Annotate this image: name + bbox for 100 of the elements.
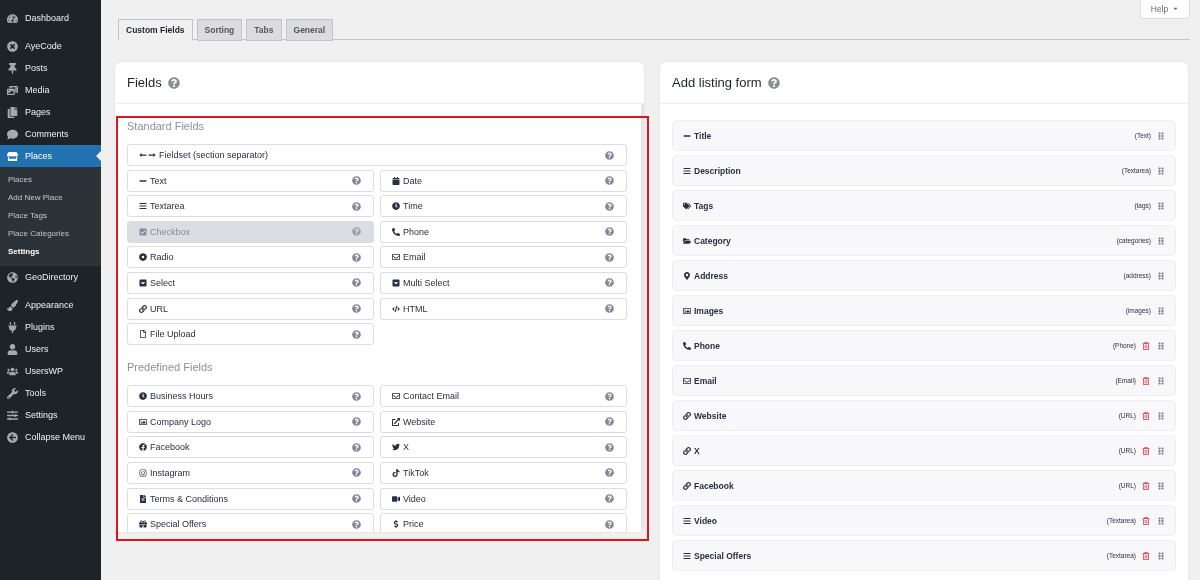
field-button[interactable]: Textarea <box>127 195 374 218</box>
field-button[interactable]: Fieldset (section separator) <box>127 144 627 166</box>
field-label: Website <box>694 410 728 421</box>
help-icon[interactable] <box>352 252 361 262</box>
media-icon <box>7 84 18 96</box>
sidebar-item[interactable]: Plugins <box>0 316 101 338</box>
help-icon[interactable] <box>352 176 361 186</box>
submenu-item[interactable]: Add New Place <box>0 189 101 207</box>
field-button[interactable]: File Upload <box>127 323 374 346</box>
grip-icon[interactable] <box>1157 341 1165 350</box>
field-button[interactable]: Text <box>127 169 374 192</box>
help-icon[interactable] <box>605 519 614 529</box>
grip-icon[interactable] <box>1157 516 1165 525</box>
field-button[interactable]: Price <box>380 513 627 532</box>
field-button[interactable]: Radio <box>127 246 374 269</box>
field-button[interactable]: Date <box>380 169 627 192</box>
help-icon[interactable] <box>605 201 614 211</box>
sidebar-item[interactable]: Posts <box>0 57 101 79</box>
help-icon[interactable] <box>352 278 361 288</box>
submenu-item[interactable]: Settings <box>0 243 101 261</box>
grip-icon[interactable] <box>1157 306 1165 315</box>
field-button[interactable]: Facebook <box>127 436 374 459</box>
help-icon[interactable] <box>352 494 361 504</box>
help-icon[interactable] <box>352 304 361 314</box>
field-button[interactable]: Video <box>380 487 627 510</box>
grip-icon[interactable] <box>1157 411 1165 420</box>
submenu-item[interactable]: Places <box>0 171 101 189</box>
sidebar-item[interactable]: Collapse Menu <box>0 426 101 448</box>
trash-icon[interactable] <box>1142 446 1150 455</box>
grip-icon[interactable] <box>1157 271 1165 280</box>
help-icon[interactable] <box>167 76 180 89</box>
field-button[interactable]: Email <box>380 246 627 269</box>
grip-icon[interactable] <box>1157 166 1165 175</box>
sidebar-item[interactable]: AyeCode <box>0 35 101 57</box>
help-icon[interactable] <box>605 417 614 427</box>
field-button[interactable]: Terms & Conditions <box>127 487 374 510</box>
field-button[interactable]: HTML <box>380 297 627 320</box>
field-button[interactable]: Special Offers <box>127 513 374 532</box>
help-icon[interactable] <box>605 442 614 452</box>
help-icon[interactable] <box>605 150 614 160</box>
help-icon[interactable] <box>605 278 614 288</box>
help-icon[interactable] <box>352 391 361 401</box>
field-button[interactable]: Contact Email <box>380 385 627 408</box>
sidebar-item[interactable]: Settings <box>0 404 101 426</box>
help-icon[interactable] <box>352 468 361 478</box>
field-button[interactable]: Phone <box>380 220 627 243</box>
field-button[interactable]: Select <box>127 271 374 294</box>
link-icon <box>139 304 147 313</box>
grip-icon[interactable] <box>1157 201 1165 210</box>
grip-icon[interactable] <box>1157 551 1165 560</box>
trash-icon[interactable] <box>1142 411 1150 420</box>
tab[interactable]: Tabs <box>246 19 282 41</box>
sidebar-item[interactable]: Places <box>0 145 101 167</box>
help-icon[interactable] <box>605 227 614 237</box>
grip-icon[interactable] <box>1157 236 1165 245</box>
trash-icon[interactable] <box>1142 516 1150 525</box>
tab[interactable]: General <box>285 19 334 41</box>
field-button[interactable]: Multi Select <box>380 271 627 294</box>
help-icon[interactable] <box>605 468 614 478</box>
grip-icon[interactable] <box>1157 131 1165 140</box>
sidebar-item[interactable]: Users <box>0 338 101 360</box>
field-button[interactable]: Company Logo <box>127 410 374 433</box>
help-icon[interactable] <box>605 252 614 262</box>
field-button[interactable]: Business Hours <box>127 385 374 408</box>
trash-icon[interactable] <box>1142 551 1150 560</box>
help-icon[interactable] <box>605 176 614 186</box>
submenu-item[interactable]: Place Categories <box>0 225 101 243</box>
sidebar-item[interactable]: GeoDirectory <box>0 266 101 288</box>
tab[interactable]: Sorting <box>196 19 243 41</box>
sidebar-item[interactable]: Dashboard <box>0 7 101 29</box>
help-icon[interactable] <box>352 417 361 427</box>
help-icon[interactable] <box>352 201 361 211</box>
grip-icon[interactable] <box>1157 446 1165 455</box>
field-button[interactable]: TikTok <box>380 461 627 484</box>
help-icon[interactable] <box>352 329 361 339</box>
sidebar-item[interactable]: Tools <box>0 382 101 404</box>
field-button[interactable]: Time <box>380 195 627 218</box>
trash-icon[interactable] <box>1142 341 1150 350</box>
help-icon[interactable] <box>605 304 614 314</box>
field-button[interactable]: Website <box>380 410 627 433</box>
field-button[interactable]: Instagram <box>127 461 374 484</box>
field-button[interactable]: URL <box>127 297 374 320</box>
field-button[interactable]: X <box>380 436 627 459</box>
tab[interactable]: Custom Fields <box>118 19 193 41</box>
help-icon[interactable] <box>605 391 614 401</box>
trash-icon[interactable] <box>1142 376 1150 385</box>
trash-icon[interactable] <box>1142 481 1150 490</box>
grip-icon[interactable] <box>1157 481 1165 490</box>
help-button[interactable]: Help <box>1140 0 1190 19</box>
sidebar-item[interactable]: Comments <box>0 123 101 145</box>
help-icon[interactable] <box>605 494 614 504</box>
sidebar-item[interactable]: UsersWP <box>0 360 101 382</box>
help-icon[interactable] <box>767 76 780 89</box>
submenu-item[interactable]: Place Tags <box>0 207 101 225</box>
sidebar-item[interactable]: Appearance <box>0 294 101 316</box>
help-icon[interactable] <box>352 519 361 529</box>
sidebar-item[interactable]: Pages <box>0 101 101 123</box>
help-icon[interactable] <box>352 442 361 452</box>
sidebar-item[interactable]: Media <box>0 79 101 101</box>
grip-icon[interactable] <box>1157 376 1165 385</box>
